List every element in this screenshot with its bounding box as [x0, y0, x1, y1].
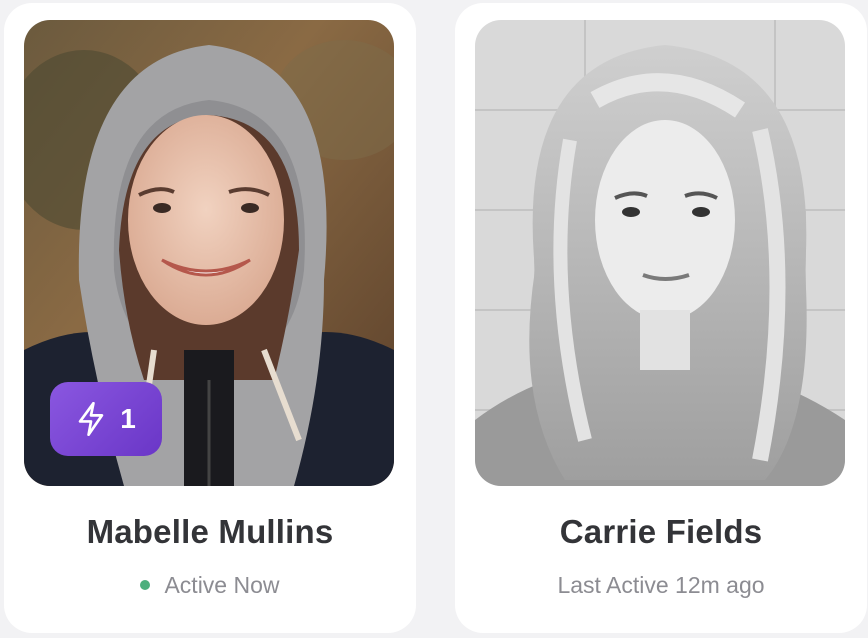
- profile-name: Carrie Fields: [559, 513, 763, 550]
- profile-name: Mabelle Mullins: [86, 513, 334, 550]
- boost-count: 1: [120, 403, 136, 434]
- status-text: Active Now: [164, 572, 280, 598]
- status-text: Last Active 12m ago: [557, 572, 765, 598]
- profile-card-carrie-fields[interactable]: Carrie Fields Last Active 12m ago: [455, 3, 867, 633]
- online-status-dot: [140, 579, 151, 590]
- profile-card-mabelle-mullins[interactable]: 1 Mabelle Mullins Active Now: [4, 3, 416, 633]
- profile-photo[interactable]: 1: [24, 20, 394, 486]
- boost-badge[interactable]: 1: [50, 382, 162, 456]
- profile-status: Active Now: [4, 572, 416, 599]
- profile-photo[interactable]: [475, 20, 845, 486]
- profile-status: Last Active 12m ago: [455, 572, 867, 599]
- profile-photo-image: [475, 20, 845, 486]
- lightning-icon: [78, 402, 104, 436]
